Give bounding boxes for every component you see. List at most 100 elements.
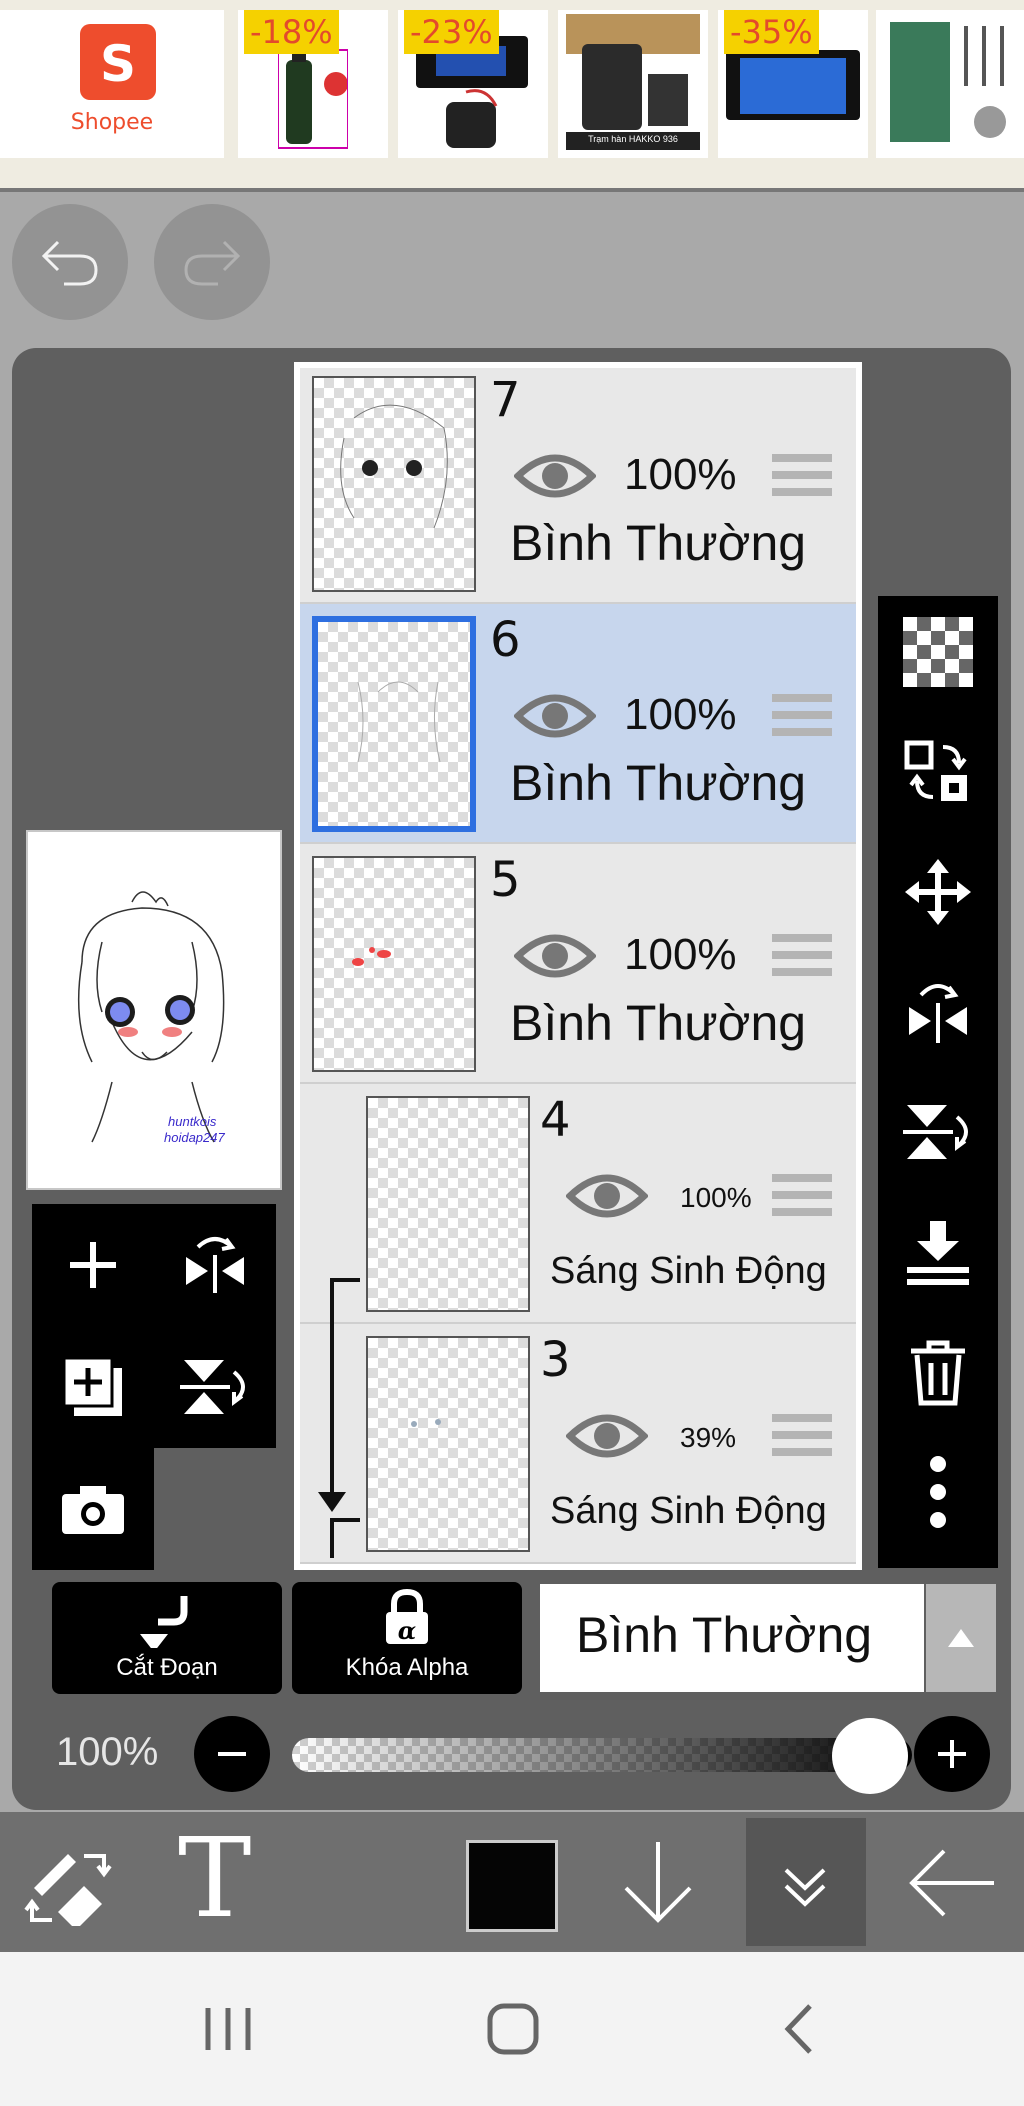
back-icon[interactable] bbox=[780, 2002, 820, 2056]
ad-product-2[interactable]: -23% bbox=[398, 10, 548, 158]
watermark-line1: huntkois bbox=[168, 1114, 217, 1129]
layer-number: 4 bbox=[540, 1092, 571, 1148]
layer-number: 5 bbox=[490, 852, 521, 908]
layer-content-sketch bbox=[357, 681, 441, 763]
layer-row[interactable]: 6 100% Bình Thường bbox=[300, 604, 856, 844]
layer-thumbnail bbox=[312, 376, 476, 592]
product-display-image bbox=[726, 50, 860, 120]
recents-icon[interactable] bbox=[198, 2004, 258, 2054]
text-icon[interactable]: T bbox=[178, 1818, 251, 1938]
camera-button[interactable] bbox=[32, 1448, 154, 1570]
more-vertical-icon bbox=[930, 1456, 946, 1528]
duplicate-layer-icon bbox=[62, 1356, 122, 1416]
redo-button[interactable] bbox=[154, 204, 270, 320]
drag-handle-icon[interactable] bbox=[772, 454, 832, 504]
opacity-slider-thumb[interactable] bbox=[832, 1718, 908, 1794]
flip-horizontal-icon bbox=[909, 984, 967, 1043]
layer-thumbnail bbox=[312, 616, 476, 832]
layer-blend-mode: Bình Thường bbox=[510, 515, 807, 571]
bottom-toolbar: T bbox=[0, 1812, 1024, 1952]
duplicate-layer-button[interactable] bbox=[32, 1326, 154, 1448]
opacity-increase-button[interactable] bbox=[914, 1716, 990, 1792]
drawing-sketch bbox=[77, 891, 225, 1143]
layer-thumbnail bbox=[312, 856, 476, 1072]
layer-content-sketch bbox=[340, 404, 448, 529]
delete-layer-button[interactable] bbox=[878, 1322, 998, 1422]
layer-content-sketch bbox=[352, 947, 391, 966]
visibility-eye-icon[interactable] bbox=[514, 688, 596, 744]
product-meter-image bbox=[416, 36, 528, 148]
rotate-icon bbox=[180, 1360, 245, 1414]
camera-icon bbox=[62, 1486, 124, 1534]
rotate-layer-button[interactable] bbox=[154, 1326, 276, 1448]
move-button[interactable] bbox=[878, 842, 998, 942]
arrow-down-icon[interactable] bbox=[620, 1840, 696, 1924]
divider bbox=[0, 188, 1024, 192]
discount-badge: -23% bbox=[404, 10, 499, 54]
add-layer-button[interactable] bbox=[32, 1204, 154, 1326]
drag-handle-icon[interactable] bbox=[772, 694, 832, 744]
ad-product-1[interactable]: -18% bbox=[238, 10, 388, 158]
shopee-tile[interactable]: S Shopee bbox=[0, 10, 224, 158]
layer-row[interactable]: 3 39% Sáng Sinh Động bbox=[300, 1324, 856, 1564]
visibility-eye-icon[interactable] bbox=[514, 448, 596, 504]
add-layer-icon bbox=[70, 1242, 116, 1288]
undo-button[interactable] bbox=[12, 204, 128, 320]
ad-product-5[interactable] bbox=[876, 10, 1024, 158]
shopee-bag-icon: S bbox=[80, 24, 156, 100]
discount-badge: -18% bbox=[244, 10, 339, 54]
layer-row[interactable]: 7 100% Bình Thường bbox=[300, 368, 856, 604]
flip-horizontal-button[interactable] bbox=[878, 962, 998, 1062]
home-icon[interactable] bbox=[486, 2002, 540, 2056]
product-station-image bbox=[566, 14, 700, 150]
visibility-eye-icon[interactable] bbox=[566, 1408, 648, 1464]
product-caption: Trạm hàn HAKKO 936 bbox=[588, 134, 678, 144]
visibility-eye-icon[interactable] bbox=[514, 928, 596, 984]
blend-mode-dropdown-button[interactable] bbox=[926, 1584, 996, 1692]
ad-product-3[interactable]: Trạm hàn HAKKO 936 bbox=[558, 10, 708, 158]
plus-icon bbox=[938, 1740, 966, 1768]
layer-row[interactable]: 5 100% Bình Thường bbox=[300, 844, 856, 1084]
transparent-button[interactable] bbox=[878, 602, 998, 702]
layers-list[interactable]: 7 100% Bình Thường 6 100% Bình Thường 5 … bbox=[294, 362, 862, 1570]
clip-button[interactable]: Cắt Đoạn bbox=[52, 1582, 282, 1694]
ad-banner[interactable]: ≡ S Shopee -18% -23% Trạm hàn HAKKO 936 … bbox=[0, 0, 1024, 190]
layer-opacity: 100% bbox=[680, 1182, 752, 1213]
transparent-icon bbox=[903, 617, 973, 687]
more-options-button[interactable] bbox=[878, 1442, 998, 1542]
drag-handle-icon[interactable] bbox=[772, 1174, 832, 1224]
triangle-up-icon bbox=[948, 1629, 974, 1647]
layer-opacity: 100% bbox=[624, 450, 737, 499]
alpha-glyph: α bbox=[397, 1616, 417, 1645]
drag-handle-icon[interactable] bbox=[772, 934, 832, 984]
color-swatch[interactable] bbox=[466, 1840, 558, 1932]
opacity-slider[interactable] bbox=[292, 1738, 912, 1772]
swap-layer-icon bbox=[904, 740, 967, 801]
visibility-eye-icon[interactable] bbox=[566, 1168, 648, 1224]
flip-layer-button[interactable] bbox=[154, 1204, 276, 1326]
move-icon bbox=[905, 859, 971, 925]
double-chevron-down-icon[interactable] bbox=[780, 1862, 830, 1912]
swap-tool-icon[interactable] bbox=[24, 1842, 114, 1926]
canvas-preview[interactable]: huntkois hoidap247 bbox=[26, 830, 282, 1190]
product-tools-image bbox=[890, 22, 1006, 142]
discount-badge: -35% bbox=[724, 10, 819, 54]
arrow-left-icon[interactable] bbox=[906, 1848, 996, 1918]
opacity-label: 100% bbox=[56, 1730, 159, 1774]
blend-mode-select[interactable]: Bình Thường bbox=[540, 1584, 924, 1692]
flip-vertical-button[interactable] bbox=[878, 1082, 998, 1182]
brand-label: Shopee bbox=[70, 110, 154, 135]
opacity-decrease-button[interactable] bbox=[194, 1716, 270, 1792]
layer-number: 3 bbox=[540, 1332, 571, 1388]
layer-side-toolbar bbox=[878, 596, 998, 1568]
system-nav-bar bbox=[0, 1952, 1024, 2106]
swap-layer-button[interactable] bbox=[878, 722, 998, 822]
alpha-lock-button[interactable]: α Khóa Alpha bbox=[292, 1582, 522, 1694]
ad-product-4[interactable]: -35% bbox=[718, 10, 868, 158]
layer-content-sketch bbox=[411, 1419, 441, 1427]
merge-down-button[interactable] bbox=[878, 1202, 998, 1302]
redo-icon bbox=[184, 240, 241, 286]
drag-handle-icon[interactable] bbox=[772, 1414, 832, 1464]
layer-row[interactable]: 4 100% Sáng Sinh Động bbox=[300, 1084, 856, 1324]
product-bottle-image bbox=[278, 44, 348, 149]
